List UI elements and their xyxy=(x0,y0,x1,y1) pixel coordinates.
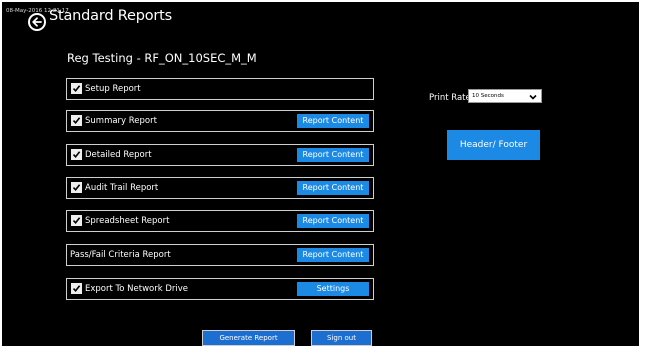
audit-trail-report-content-button[interactable]: Report Content xyxy=(297,181,369,195)
export-network-drive-label: Export To Network Drive xyxy=(85,284,189,294)
export-network-drive-checkbox[interactable] xyxy=(71,283,82,294)
detailed-report-checkbox[interactable] xyxy=(71,149,82,160)
back-arrow-icon xyxy=(32,17,42,27)
spreadsheet-report-content-button[interactable]: Report Content xyxy=(297,214,369,228)
print-rate-label: Print Rate: xyxy=(429,93,474,103)
checkmark-icon xyxy=(72,285,81,293)
back-button[interactable] xyxy=(28,13,46,31)
generate-report-button[interactable]: Generate Report xyxy=(202,330,295,346)
summary-report-content-button[interactable]: Report Content xyxy=(297,114,369,128)
print-rate-value: 10 Seconds xyxy=(472,93,504,99)
summary-report-row: Summary Report Report Content xyxy=(66,110,374,132)
pass-fail-report-row: Pass/Fail Criteria Report Report Content xyxy=(66,244,374,266)
checkmark-icon xyxy=(72,217,81,225)
checkmark-icon xyxy=(72,151,81,159)
checkmark-icon xyxy=(72,117,81,125)
chevron-down-icon xyxy=(529,94,537,100)
checkmark-icon xyxy=(72,184,81,192)
checkmark-icon xyxy=(72,85,81,93)
summary-report-label: Summary Report xyxy=(85,116,157,126)
audit-trail-report-label: Audit Trail Report xyxy=(85,183,159,193)
spreadsheet-report-checkbox[interactable] xyxy=(71,215,82,226)
spreadsheet-report-label: Spreadsheet Report xyxy=(85,216,170,226)
audit-trail-report-checkbox[interactable] xyxy=(71,182,82,193)
page-title: Standard Reports xyxy=(49,8,172,24)
setup-report-row: Setup Report xyxy=(66,78,374,100)
audit-trail-report-row: Audit Trail Report Report Content xyxy=(66,177,374,199)
detailed-report-content-button[interactable]: Report Content xyxy=(297,148,369,162)
pass-fail-report-content-button[interactable]: Report Content xyxy=(297,248,369,262)
detailed-report-row: Detailed Report Report Content xyxy=(66,144,374,166)
setup-report-label: Setup Report xyxy=(85,84,141,94)
export-settings-button[interactable]: Settings xyxy=(297,282,369,296)
sign-out-button[interactable]: Sign out xyxy=(311,330,372,346)
pass-fail-report-label: Pass/Fail Criteria Report xyxy=(70,250,171,260)
detailed-report-label: Detailed Report xyxy=(85,150,152,160)
reports-screen: 08-May-2016 12:21:17 Standard Reports Re… xyxy=(2,2,639,346)
spreadsheet-report-row: Spreadsheet Report Report Content xyxy=(66,210,374,232)
setup-report-checkbox[interactable] xyxy=(71,83,82,94)
header-footer-button[interactable]: Header/ Footer xyxy=(447,130,540,160)
test-name: Reg Testing - RF_ON_10SEC_M_M xyxy=(67,51,257,65)
summary-report-checkbox[interactable] xyxy=(71,115,82,126)
print-rate-select[interactable]: 10 Seconds xyxy=(468,89,542,103)
export-network-drive-row: Export To Network Drive Settings xyxy=(66,278,374,300)
